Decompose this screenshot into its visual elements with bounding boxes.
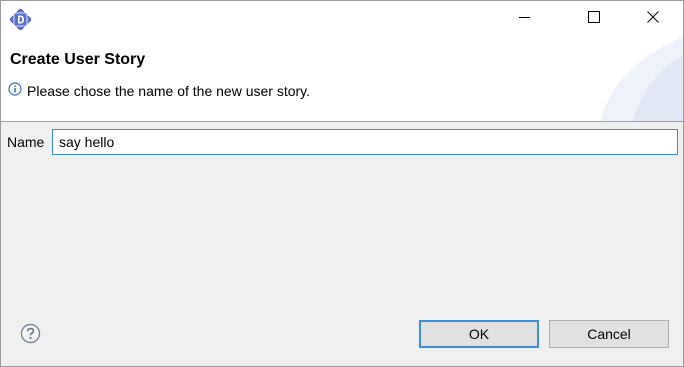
minimize-icon [519, 10, 531, 28]
close-icon [647, 10, 659, 28]
name-label: Name [7, 134, 45, 150]
help-icon[interactable] [20, 323, 41, 344]
ok-button[interactable]: OK [419, 320, 539, 348]
maximize-button[interactable] [571, 1, 617, 37]
maximize-icon [588, 10, 600, 28]
minimize-button[interactable] [502, 1, 548, 37]
create-user-story-dialog: Create User Story Please chose the name … [0, 0, 684, 367]
dialog-message: Please chose the name of the new user st… [27, 83, 311, 99]
header-banner-graphic [593, 37, 683, 121]
name-input[interactable] [52, 129, 678, 155]
cancel-button[interactable]: Cancel [549, 320, 669, 348]
header-separator [1, 121, 683, 122]
title-bar[interactable] [1, 1, 683, 37]
info-icon [8, 82, 22, 96]
close-button[interactable] [630, 1, 676, 37]
dialog-header: Create User Story Please chose the name … [1, 37, 683, 121]
dialog-title: Create User Story [10, 51, 146, 68]
app-d-logo-icon [9, 8, 32, 31]
